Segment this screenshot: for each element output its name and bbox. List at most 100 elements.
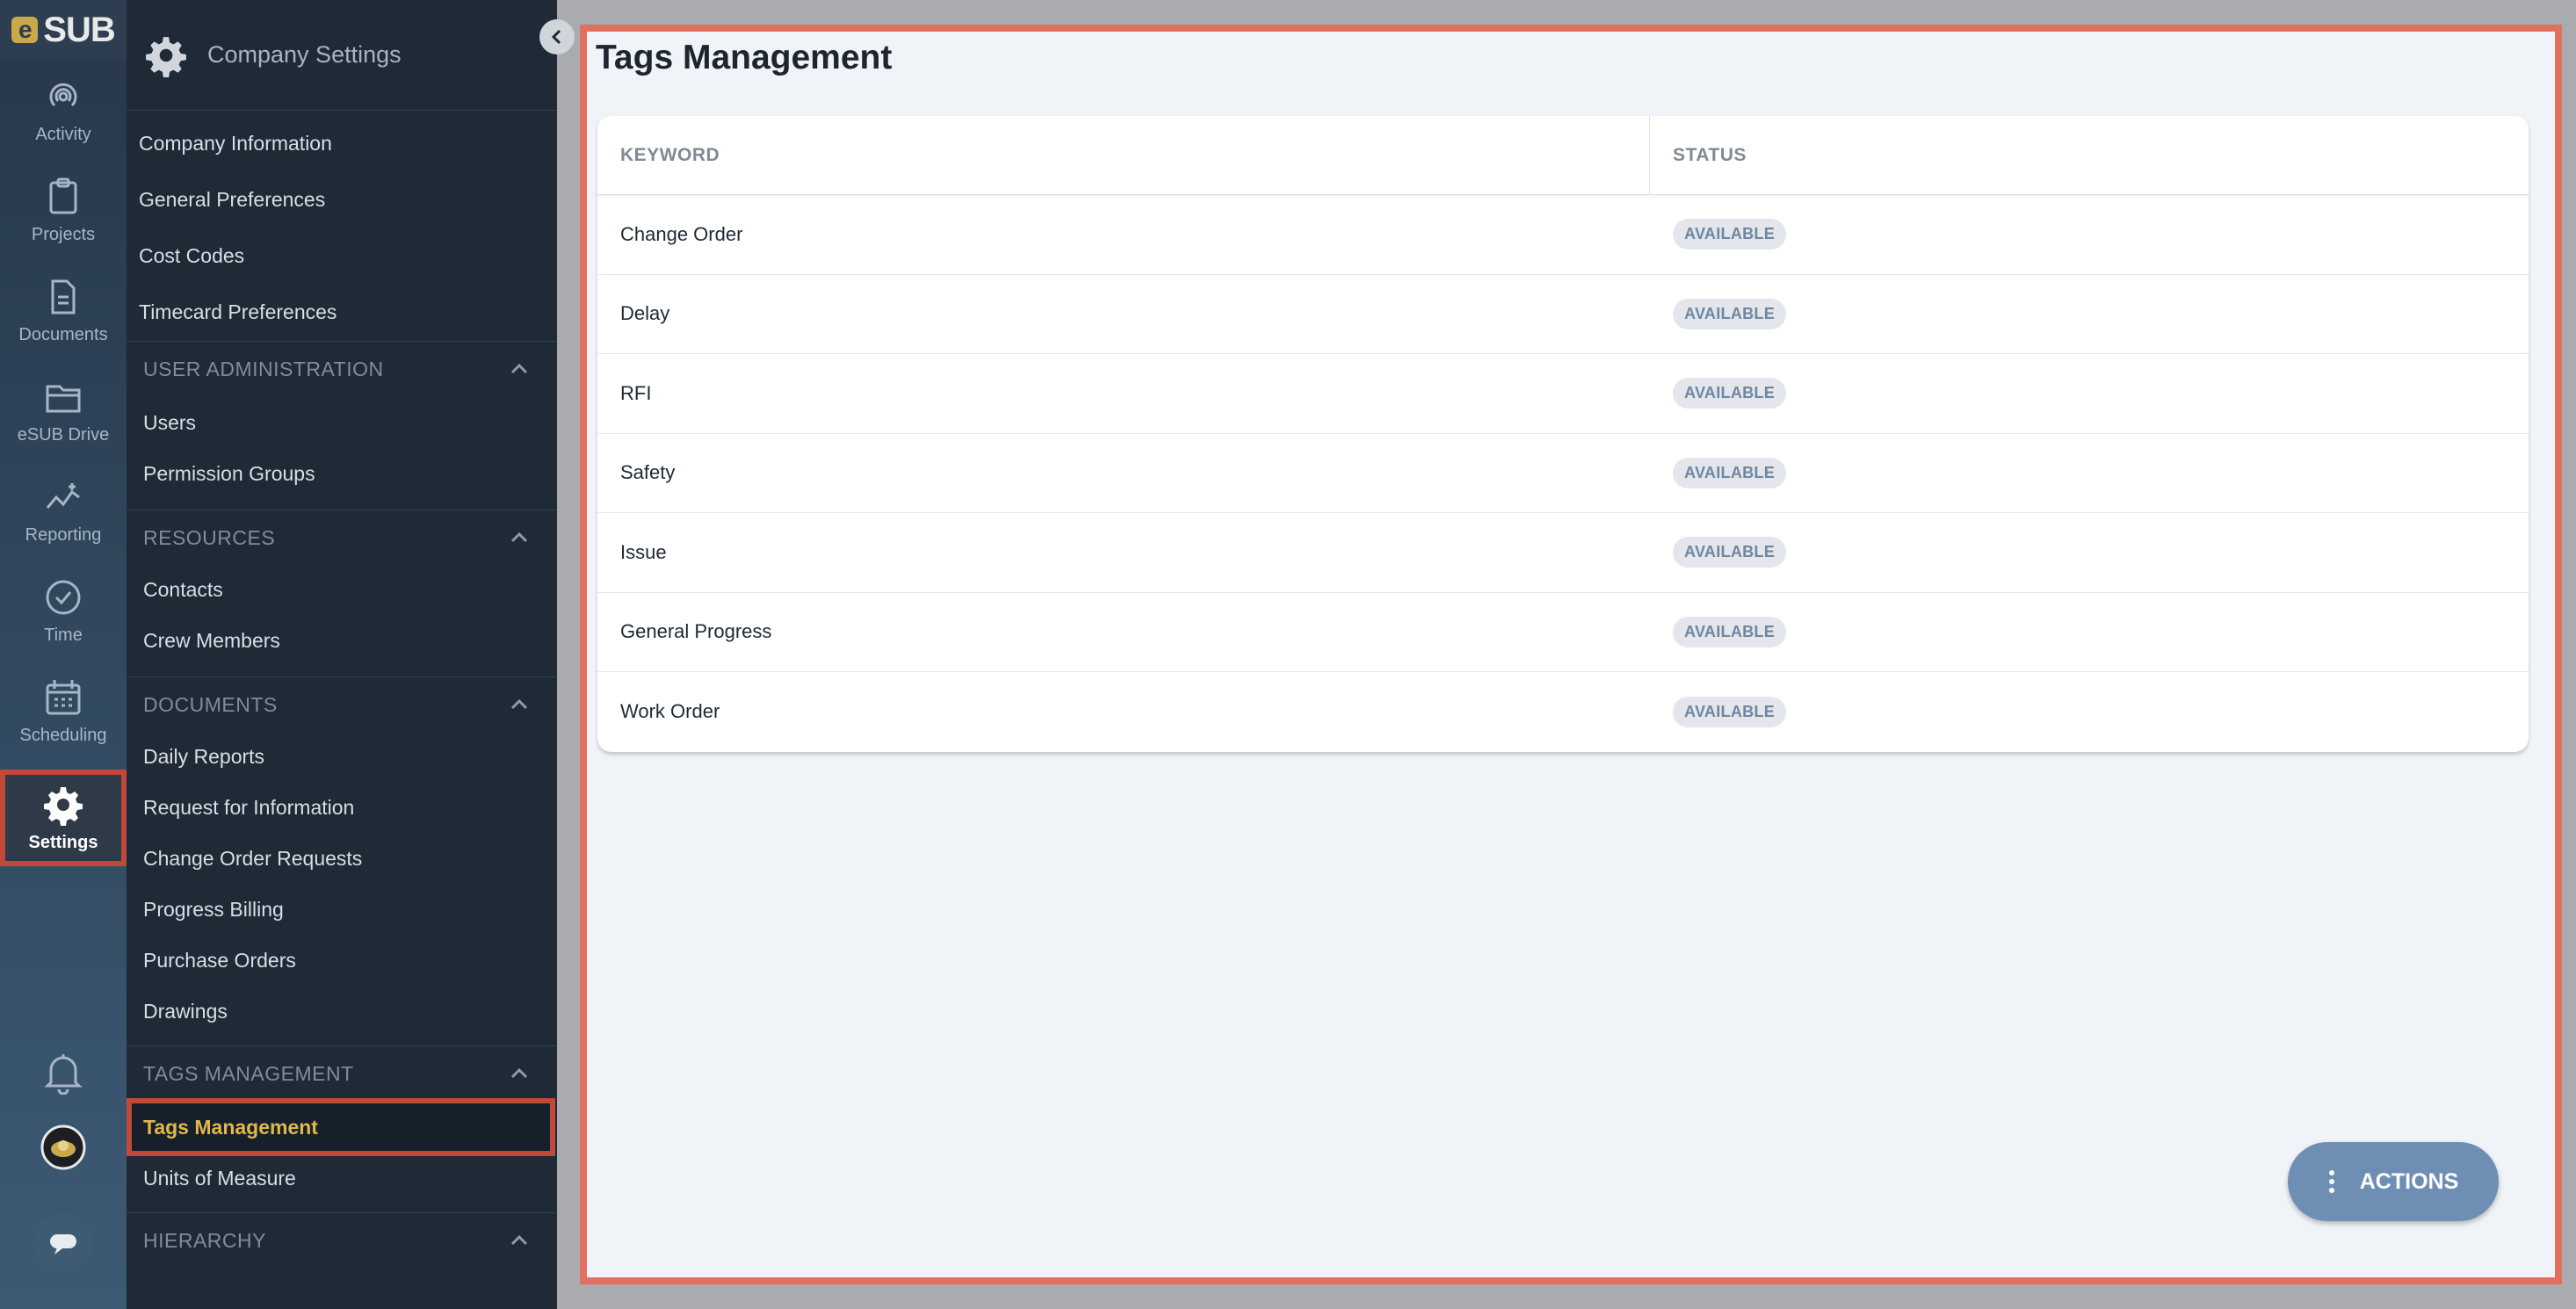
keyword-cell: Issue — [620, 540, 667, 563]
rail-item-label: Settings — [28, 832, 98, 852]
clock-check-icon — [46, 580, 81, 614]
status-badge: AVAILABLE — [1673, 298, 1787, 329]
status-badge: AVAILABLE — [1673, 219, 1787, 250]
table-row[interactable]: RFI AVAILABLE — [597, 354, 2529, 434]
keyword-cell: Safety — [620, 461, 676, 484]
keyword-cell: Delay — [620, 302, 670, 325]
sidebar-item-users[interactable]: Users — [143, 411, 196, 435]
rail-item-label: Documents — [18, 324, 108, 344]
sidebar-item-cost-codes[interactable]: Cost Codes — [139, 244, 244, 268]
table-row[interactable]: Work Order AVAILABLE — [597, 672, 2529, 752]
keyword-cell: RFI — [620, 381, 652, 404]
sidebar-item-drawings[interactable]: Drawings — [143, 1000, 228, 1023]
calendar-icon — [46, 679, 81, 714]
gear-icon — [44, 786, 83, 826]
status-badge: AVAILABLE — [1673, 457, 1787, 488]
sidebar-title: Company Settings — [207, 41, 402, 68]
avatar-icon — [40, 1125, 86, 1170]
table-row[interactable]: Safety AVAILABLE — [597, 434, 2529, 513]
section-user-administration[interactable]: USER ADMINISTRATION — [127, 341, 557, 397]
gear-icon — [146, 36, 186, 77]
column-header-status[interactable]: STATUS — [1650, 116, 1747, 194]
status-cell: AVAILABLE — [1650, 195, 1787, 274]
rail-item-time[interactable]: Time — [0, 562, 127, 659]
table-row[interactable]: General Progress AVAILABLE — [597, 593, 2529, 672]
sidebar-item-general-preferences[interactable]: General Preferences — [139, 188, 325, 212]
rail-item-reporting[interactable]: Reporting — [0, 462, 127, 559]
table-row[interactable]: Issue AVAILABLE — [597, 513, 2529, 593]
sidebar-item-units-of-measure[interactable]: Units of Measure — [143, 1167, 296, 1190]
sidebar-item-permission-groups[interactable]: Permission Groups — [143, 462, 315, 486]
section-resources[interactable]: RESOURCES — [127, 510, 557, 566]
folder-icon — [46, 385, 81, 412]
status-cell: AVAILABLE — [1650, 354, 1787, 433]
status-badge: AVAILABLE — [1673, 378, 1787, 409]
section-title: USER ADMINISTRATION — [143, 358, 384, 380]
section-documents[interactable]: DOCUMENTS — [127, 676, 557, 733]
section-title: HIERARCHY — [143, 1229, 266, 1252]
sidebar-item-purchase-orders[interactable]: Purchase Orders — [143, 949, 296, 973]
status-badge: AVAILABLE — [1673, 537, 1787, 568]
chevron-up-icon — [510, 1234, 528, 1246]
table-row[interactable]: Delay AVAILABLE — [597, 275, 2529, 354]
user-avatar[interactable] — [0, 1125, 127, 1170]
chart-line-icon — [46, 482, 80, 509]
bell-icon — [44, 1054, 83, 1095]
esub-logo[interactable]: e SUB — [0, 0, 127, 60]
page-title: Tags Management — [596, 39, 893, 76]
notifications-button[interactable] — [0, 1051, 127, 1095]
rail-item-activity[interactable]: Activity — [0, 61, 127, 158]
sidebar-header: Company Settings — [127, 0, 557, 111]
rail-item-label: Scheduling — [19, 725, 107, 745]
rail-item-label: Reporting — [25, 524, 102, 545]
column-header-keyword[interactable]: KEYWORD — [597, 116, 1650, 194]
main-content: Tags Management KEYWORD STATUS Change Or… — [580, 25, 2562, 1284]
section-title: RESOURCES — [143, 526, 276, 549]
table-row[interactable]: Change Order AVAILABLE — [597, 195, 2529, 275]
logo-text: SUB — [43, 10, 115, 49]
section-hierarchy[interactable]: HIERARCHY — [127, 1212, 557, 1269]
more-vertical-icon — [2328, 1170, 2334, 1193]
actions-label: ACTIONS — [2359, 1168, 2459, 1194]
status-cell: AVAILABLE — [1650, 513, 1787, 592]
activity-icon — [49, 83, 77, 106]
status-cell: AVAILABLE — [1650, 434, 1787, 513]
chat-icon — [33, 1213, 93, 1273]
status-cell: AVAILABLE — [1650, 672, 1787, 752]
collapse-sidebar-button[interactable] — [539, 19, 575, 54]
status-badge: AVAILABLE — [1673, 696, 1787, 727]
table-body: Change Order AVAILABLE Delay AVAILABLE RFI AV… — [597, 195, 2529, 752]
actions-button[interactable]: ACTIONS — [2288, 1142, 2499, 1221]
sidebar-item-contacts[interactable]: Contacts — [143, 578, 223, 602]
clipboard-icon — [49, 177, 77, 213]
sidebar-item-tags-management[interactable]: Tags Management — [127, 1098, 555, 1156]
sidebar-item-change-order-requests[interactable]: Change Order Requests — [143, 847, 362, 871]
section-tags-management[interactable]: TAGS MANAGEMENT — [127, 1045, 557, 1102]
sidebar-item-daily-reports[interactable]: Daily Reports — [143, 745, 264, 769]
settings-sidebar: Company Settings Company Information Gen… — [127, 0, 557, 1309]
chat-button[interactable] — [0, 1212, 127, 1274]
rail-item-label: Activity — [35, 124, 91, 144]
app-rail: e SUB Activity Projects Documents eSUB D… — [0, 0, 127, 1309]
section-title: TAGS MANAGEMENT — [143, 1062, 354, 1085]
rail-item-settings[interactable]: Settings — [0, 770, 127, 866]
rail-item-label: eSUB Drive — [17, 424, 110, 445]
keyword-cell: Change Order — [620, 222, 743, 245]
status-cell: AVAILABLE — [1650, 593, 1787, 672]
table-header: KEYWORD STATUS — [597, 116, 2529, 195]
chevron-left-icon — [551, 29, 561, 45]
keyword-cell: General Progress — [620, 620, 772, 643]
sidebar-item-progress-billing[interactable]: Progress Billing — [143, 898, 284, 922]
sidebar-item-crew-members[interactable]: Crew Members — [143, 629, 280, 653]
rail-item-esub-drive[interactable]: eSUB Drive — [0, 362, 127, 459]
sidebar-item-company-information[interactable]: Company Information — [139, 132, 332, 155]
status-cell: AVAILABLE — [1650, 275, 1787, 354]
sidebar-item-timecard-preferences[interactable]: Timecard Preferences — [139, 300, 336, 324]
status-badge: AVAILABLE — [1673, 616, 1787, 647]
rail-item-projects[interactable]: Projects — [0, 162, 127, 258]
rail-item-scheduling[interactable]: Scheduling — [0, 662, 127, 759]
sidebar-item-request-for-information[interactable]: Request for Information — [143, 796, 354, 820]
rail-item-documents[interactable]: Documents — [0, 262, 127, 358]
sidebar-item-label: Tags Management — [143, 1115, 318, 1139]
chevron-up-icon — [510, 363, 528, 374]
